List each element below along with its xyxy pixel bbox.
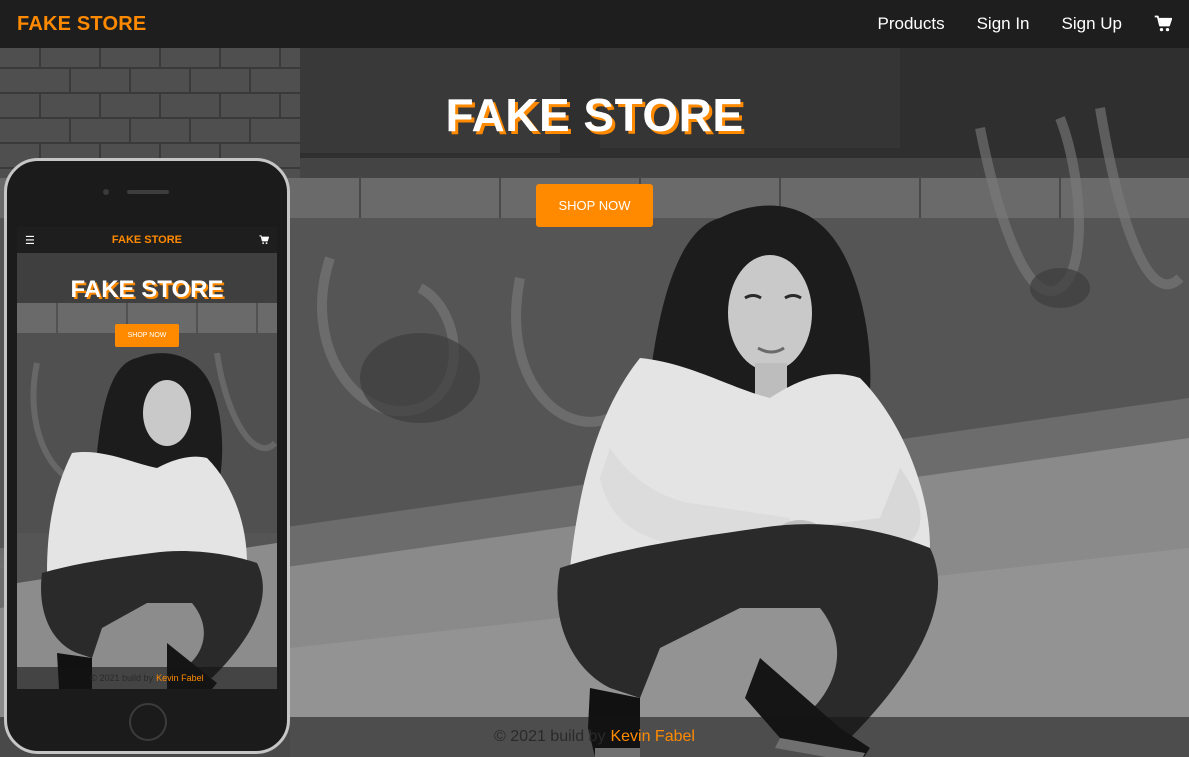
phone-shop-now-button[interactable]: SHOP NOW — [115, 324, 179, 347]
phone-camera — [103, 189, 109, 195]
phone-hero-section: FAKE STORE SHOP NOW — [17, 253, 277, 689]
nav-link-sign-up[interactable]: Sign Up — [1062, 14, 1122, 34]
phone-shopping-cart-icon[interactable] — [259, 235, 269, 245]
phone-home-button — [129, 703, 167, 741]
navbar: FAKE STORE Products Sign In Sign Up — [0, 0, 1189, 48]
hamburger-menu-icon[interactable]: ☰ — [25, 234, 35, 247]
page: FAKE STORE Products Sign In Sign Up FAKE… — [0, 0, 1189, 757]
nav-link-products[interactable]: Products — [877, 14, 944, 34]
phone-brand-logo[interactable]: FAKE STORE — [112, 234, 182, 246]
hero-title: FAKE STORE — [445, 89, 744, 141]
phone-screen: ☰ FAKE STORE FAKE STORE SHOP NOW © 2021 … — [17, 227, 277, 689]
phone-hero-background-image — [17, 253, 277, 689]
nav-links: Products Sign In Sign Up — [845, 14, 1172, 34]
nav-link-sign-in[interactable]: Sign In — [977, 14, 1030, 34]
phone-navbar: ☰ FAKE STORE — [17, 227, 277, 253]
phone-footer-copyright: © 2021 build by — [90, 673, 154, 683]
footer-copyright: © 2021 build by — [494, 728, 606, 745]
phone-mockup: ☰ FAKE STORE FAKE STORE SHOP NOW © 2021 … — [4, 158, 290, 754]
phone-speaker — [127, 190, 169, 194]
shop-now-button[interactable]: SHOP NOW — [536, 184, 653, 227]
shopping-cart-icon[interactable] — [1154, 15, 1172, 33]
brand-logo[interactable]: FAKE STORE — [17, 13, 146, 36]
phone-footer-author-link[interactable]: Kevin Fabel — [156, 673, 204, 683]
phone-hero-title: FAKE STORE — [70, 276, 224, 303]
phone-footer: © 2021 build by Kevin Fabel — [17, 667, 277, 689]
footer-author-link[interactable]: Kevin Fabel — [610, 728, 695, 746]
